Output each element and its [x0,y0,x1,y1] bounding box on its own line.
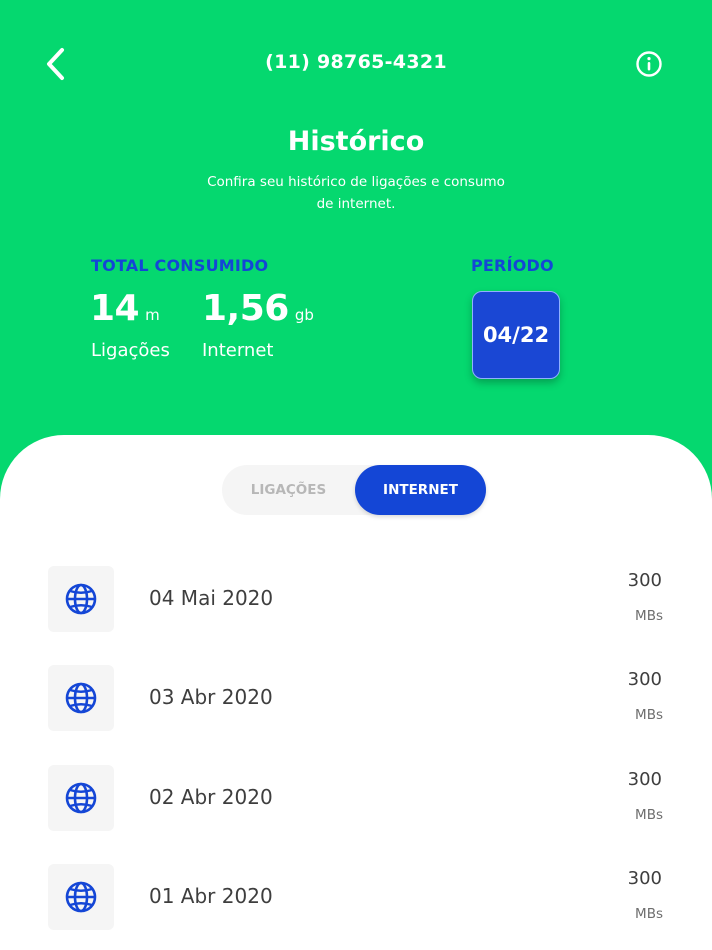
entry-value: 300 [627,769,662,790]
list-item[interactable]: 02 Abr 2020 300 MBs [0,765,712,831]
globe-icon [65,682,97,714]
entry-unit: MBs [635,906,663,922]
total-consumed-label: TOTAL CONSUMIDO [91,256,269,275]
entry-unit: MBs [635,707,663,723]
calls-metric: 14 m [90,288,160,329]
globe-icon-box [48,864,114,930]
calls-value: 14 [90,288,140,329]
history-sheet: LIGAÇÕES INTERNET 04 Mai 2020 300 MBs 03… [0,435,712,950]
globe-icon-box [48,765,114,831]
tab-internet[interactable]: INTERNET [355,465,486,515]
globe-icon-box [48,665,114,731]
list-item[interactable]: 04 Mai 2020 300 MBs [0,566,712,632]
globe-icon [65,583,97,615]
globe-icon [65,881,97,913]
internet-value: 1,56 [202,288,289,329]
info-button[interactable] [629,44,669,84]
entry-date: 01 Abr 2020 [149,884,273,908]
globe-icon [65,782,97,814]
entry-date: 02 Abr 2020 [149,785,273,809]
history-type-toggle: LIGAÇÕES INTERNET [222,465,486,515]
list-item[interactable]: 01 Abr 2020 300 MBs [0,864,712,930]
list-item[interactable]: 03 Abr 2020 300 MBs [0,665,712,731]
phone-number: (11) 98765-4321 [265,51,447,73]
top-bar: (11) 98765-4321 [0,40,712,90]
globe-icon-box [48,566,114,632]
entry-value: 300 [627,868,662,889]
calls-label: Ligações [91,340,170,361]
tab-calls[interactable]: LIGAÇÕES [222,465,355,515]
entry-unit: MBs [635,608,663,624]
info-icon [636,51,662,77]
entry-value: 300 [627,570,662,591]
calls-unit: m [145,306,160,324]
entry-value: 300 [627,669,662,690]
entry-date: 03 Abr 2020 [149,685,273,709]
period-label: PERÍODO [471,256,554,275]
page-subtitle: Confira seu histórico de ligações e cons… [207,174,505,212]
page-title: Histórico [287,126,425,157]
entry-unit: MBs [635,807,663,823]
internet-unit: gb [294,306,314,324]
period-selector-button[interactable]: 04/22 [472,291,560,379]
internet-metric: 1,56 gb [202,288,314,329]
internet-label: Internet [202,340,274,361]
entry-date: 04 Mai 2020 [149,586,274,610]
